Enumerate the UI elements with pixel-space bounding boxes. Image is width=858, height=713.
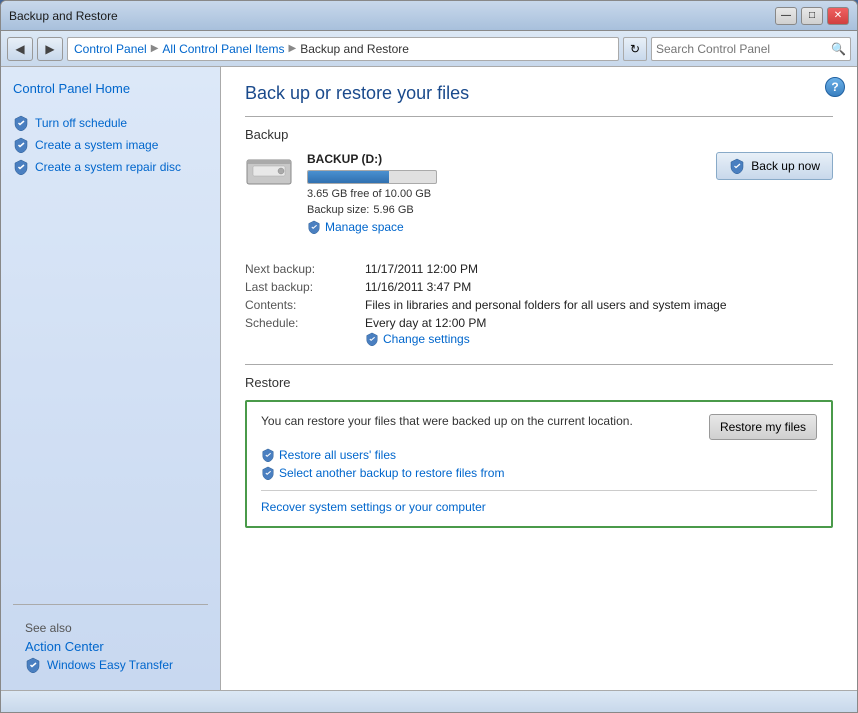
restore-section-label: Restore [245, 375, 833, 390]
sidebar-link-create-repair-disc[interactable]: Create a system repair disc [1, 156, 220, 178]
manage-space-link[interactable]: Manage space [307, 220, 437, 234]
refresh-button[interactable]: ↻ [623, 37, 647, 61]
restore-bottom: Recover system settings or your computer [261, 490, 817, 514]
search-icon[interactable]: 🔍 [831, 42, 846, 56]
breadcrumb: Control Panel ▶ All Control Panel Items … [67, 37, 619, 61]
page-title: Back up or restore your files [245, 83, 833, 104]
manage-space-icon [307, 220, 321, 234]
sidebar-link-turn-off-schedule[interactable]: Turn off schedule [1, 112, 220, 134]
disk-free: 3.65 GB free of 10.00 GB [307, 188, 437, 200]
restore-links: Restore all users' files Select another … [261, 448, 817, 480]
change-settings-icon [365, 332, 379, 346]
title-bar-buttons: — □ ✕ [775, 7, 849, 25]
shield-icon-1 [13, 115, 29, 131]
address-bar: ◀ ▶ Control Panel ▶ All Control Panel It… [1, 31, 857, 67]
backup-section-label: Backup [245, 127, 833, 142]
select-backup-icon [261, 466, 275, 480]
contents-value: Files in libraries and personal folders … [365, 298, 727, 312]
back-button[interactable]: ◀ [7, 37, 33, 61]
shield-icon-4 [25, 657, 41, 673]
recover-system-link[interactable]: Recover system settings or your computer [261, 500, 486, 514]
contents-row: Contents: Files in libraries and persona… [245, 298, 833, 312]
status-bar [1, 690, 857, 712]
backup-divider [245, 116, 833, 117]
restore-my-files-button[interactable]: Restore my files [709, 414, 817, 440]
last-backup-value: 11/16/2011 3:47 PM [365, 280, 471, 294]
search-bar: 🔍 [651, 37, 851, 61]
backup-size-value: 5.96 GB [373, 204, 413, 216]
main-window: Backup and Restore — □ ✕ ◀ ▶ Control Pan… [0, 0, 858, 713]
disk-area: BACKUP (D:) 3.65 GB free of 10.00 GB Bac… [245, 152, 437, 234]
minimize-button[interactable]: — [775, 7, 797, 25]
shield-icon-2 [13, 137, 29, 153]
sidebar-see-also: See also Action Center Windows Easy Tran… [1, 613, 220, 680]
next-backup-label: Next backup: [245, 262, 365, 276]
search-input[interactable] [656, 42, 831, 56]
sidebar-divider [13, 604, 208, 605]
forward-button[interactable]: ▶ [37, 37, 63, 61]
next-backup-row: Next backup: 11/17/2011 12:00 PM [245, 262, 833, 276]
close-button[interactable]: ✕ [827, 7, 849, 25]
breadcrumb-control-panel[interactable]: Control Panel [74, 42, 147, 56]
disk-icon-wrap [245, 152, 293, 188]
restore-box: You can restore your files that were bac… [245, 400, 833, 528]
progress-bar [307, 170, 437, 184]
shield-icon-3 [13, 159, 29, 175]
progress-fill [308, 171, 389, 183]
breadcrumb-all-items[interactable]: All Control Panel Items [162, 42, 284, 56]
title-bar: Backup and Restore — □ ✕ [1, 1, 857, 31]
next-backup-value: 11/17/2011 12:00 PM [365, 262, 478, 276]
backup-btn-icon [729, 158, 745, 174]
select-backup-link[interactable]: Select another backup to restore files f… [261, 466, 817, 480]
content-panel: ? Back up or restore your files Backup [221, 67, 857, 690]
sidebar-link-create-system-image[interactable]: Create a system image [1, 134, 220, 156]
last-backup-label: Last backup: [245, 280, 365, 294]
restore-users-icon [261, 448, 275, 462]
backup-size-label: Backup size: [307, 204, 369, 216]
last-backup-row: Last backup: 11/16/2011 3:47 PM [245, 280, 833, 294]
restore-description: You can restore your files that were bac… [261, 414, 633, 428]
restore-divider [245, 364, 833, 365]
disk-icon [245, 152, 293, 188]
maximize-button[interactable]: □ [801, 7, 823, 25]
back-up-now-button[interactable]: Back up now [716, 152, 833, 180]
window-title: Backup and Restore [9, 9, 118, 23]
schedule-value: Every day at 12:00 PM [365, 316, 486, 330]
schedule-label: Schedule: [245, 316, 365, 330]
restore-top: You can restore your files that were bac… [261, 414, 817, 440]
sidebar: Control Panel Home Turn off schedule Cre… [1, 67, 221, 690]
breadcrumb-current: Backup and Restore [300, 42, 409, 56]
change-settings-link[interactable]: Change settings [365, 332, 486, 346]
contents-label: Contents: [245, 298, 365, 312]
disk-info: BACKUP (D:) 3.65 GB free of 10.00 GB Bac… [307, 152, 437, 234]
help-icon[interactable]: ? [825, 77, 845, 97]
sidebar-home-link[interactable]: Control Panel Home [1, 77, 220, 100]
schedule-row: Schedule: Every day at 12:00 PM Change s… [245, 316, 833, 346]
disk-name: BACKUP (D:) [307, 152, 437, 166]
sidebar-action-center-link[interactable]: Action Center [13, 635, 116, 658]
restore-all-users-link[interactable]: Restore all users' files [261, 448, 817, 462]
main-area: Control Panel Home Turn off schedule Cre… [1, 67, 857, 690]
